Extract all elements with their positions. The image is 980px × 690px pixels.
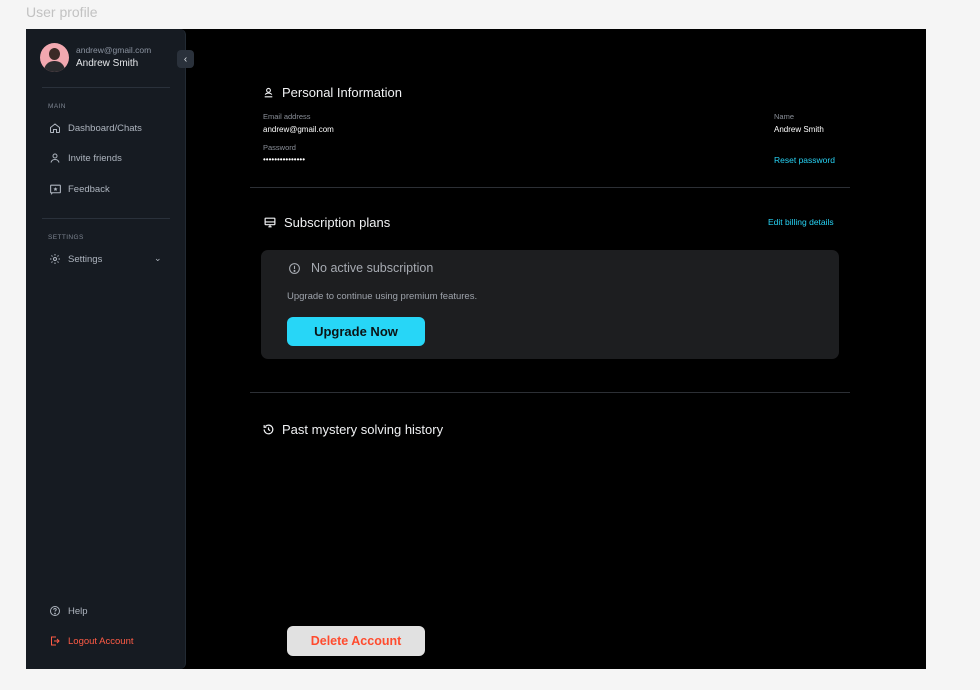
gear-icon bbox=[48, 252, 62, 266]
subscription-status: No active subscription bbox=[287, 261, 433, 275]
name-label: Name bbox=[774, 112, 795, 121]
user-badge-icon bbox=[261, 86, 275, 100]
sidebar-item-feedback[interactable]: Feedback bbox=[48, 182, 110, 196]
subscription-card: No active subscription Upgrade to contin… bbox=[261, 250, 839, 359]
help-circle-icon bbox=[48, 604, 62, 618]
page-caption: User profile bbox=[26, 4, 98, 20]
sidebar-item-logout[interactable]: Logout Account bbox=[48, 634, 134, 648]
logout-icon bbox=[48, 634, 62, 648]
sidebar-item-label: Invite friends bbox=[68, 152, 122, 164]
sidebar-divider bbox=[42, 218, 170, 219]
sidebar-item-invite[interactable]: Invite friends bbox=[48, 151, 122, 165]
app-frame: andrew@gmail.com Andrew Smith MAIN Dashb… bbox=[26, 29, 926, 669]
sidebar-item-label: Feedback bbox=[68, 183, 110, 195]
password-label: Password bbox=[263, 143, 296, 152]
section-divider bbox=[250, 392, 850, 393]
user-email: andrew@gmail.com bbox=[76, 44, 152, 55]
sidebar-item-label: Help bbox=[68, 605, 88, 617]
upgrade-now-button[interactable]: Upgrade Now bbox=[287, 317, 425, 346]
email-label: Email address bbox=[263, 112, 311, 121]
sidebar-item-label: Settings bbox=[68, 253, 103, 265]
main-section-label: MAIN bbox=[48, 103, 66, 110]
sidebar-divider bbox=[42, 87, 170, 88]
subscription-title: Subscription plans bbox=[284, 215, 391, 230]
sidebar-item-label: Dashboard/Chats bbox=[68, 122, 142, 134]
collapse-sidebar-button[interactable]: ‹ bbox=[177, 50, 194, 68]
subscription-message: Upgrade to continue using premium featur… bbox=[287, 291, 478, 302]
history-icon bbox=[261, 423, 275, 437]
main-content: Personal Information Email address andre… bbox=[186, 29, 926, 669]
reset-password-link[interactable]: Reset password bbox=[774, 155, 835, 165]
user-profile[interactable]: andrew@gmail.com Andrew Smith bbox=[40, 43, 151, 72]
sidebar-item-help[interactable]: Help bbox=[48, 604, 88, 618]
user-icon bbox=[48, 151, 62, 165]
home-icon bbox=[48, 121, 62, 135]
section-divider bbox=[250, 187, 850, 188]
personal-info-heading: Personal Information bbox=[261, 85, 402, 100]
sidebar-item-settings[interactable]: Settings ⌄ bbox=[48, 252, 178, 266]
subscription-status-text: No active subscription bbox=[311, 261, 434, 275]
sidebar-item-dashboard[interactable]: Dashboard/Chats bbox=[48, 121, 142, 135]
sidebar-item-label: Logout Account bbox=[68, 635, 134, 647]
chevron-down-icon[interactable]: ⌄ bbox=[154, 253, 162, 264]
edit-billing-link[interactable]: Edit billing details bbox=[768, 217, 834, 227]
password-value: ••••••••••••••• bbox=[263, 155, 306, 164]
name-value: Andrew Smith bbox=[774, 125, 824, 134]
user-name: Andrew Smith bbox=[76, 57, 139, 69]
email-value: andrew@gmail.com bbox=[263, 125, 334, 134]
monitor-icon bbox=[263, 216, 277, 230]
feedback-star-icon bbox=[48, 182, 62, 196]
settings-section-label: SETTINGS bbox=[48, 234, 84, 241]
personal-info-title: Personal Information bbox=[282, 85, 402, 100]
sidebar: andrew@gmail.com Andrew Smith MAIN Dashb… bbox=[26, 29, 186, 669]
history-title: Past mystery solving history bbox=[282, 422, 444, 437]
subscription-heading: Subscription plans bbox=[263, 215, 390, 230]
info-icon bbox=[287, 261, 301, 275]
history-heading: Past mystery solving history bbox=[261, 422, 443, 437]
avatar bbox=[40, 43, 69, 72]
delete-account-button[interactable]: Delete Account bbox=[287, 626, 425, 656]
